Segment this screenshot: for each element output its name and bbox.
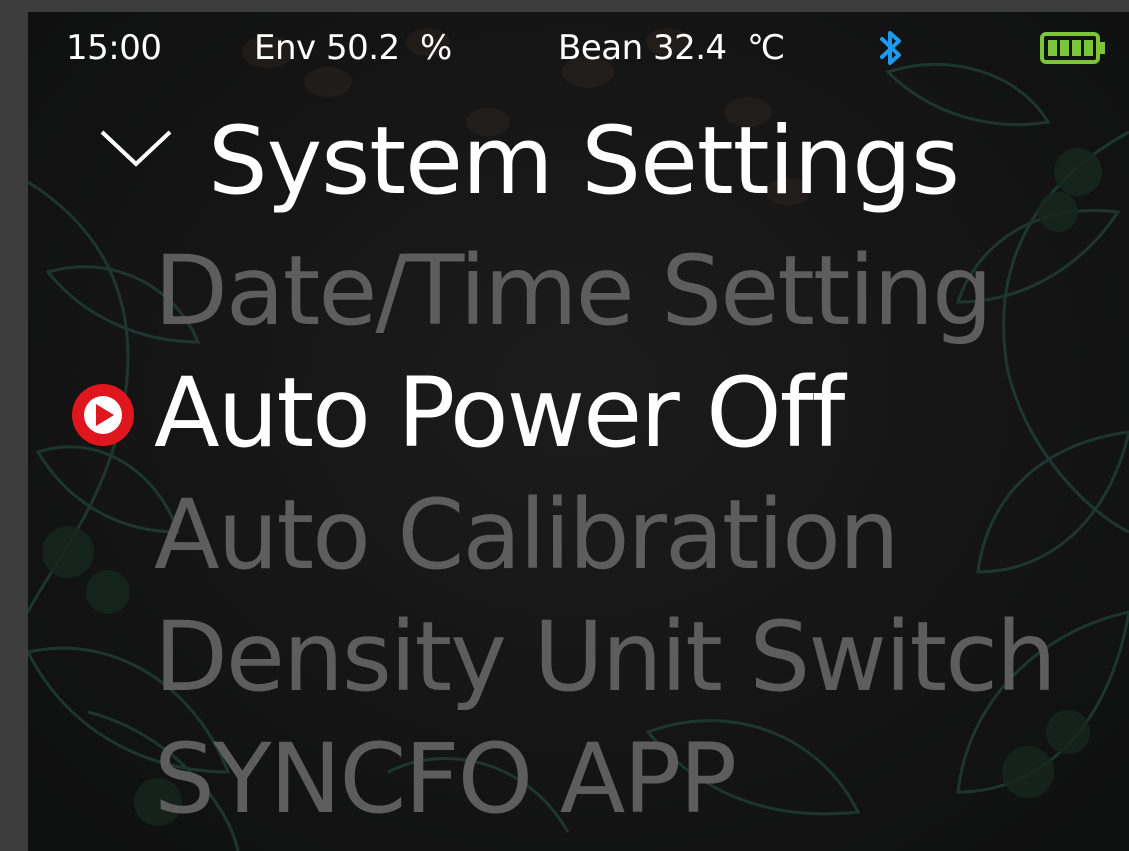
menu-item-auto-calibration[interactable]: Auto Calibration xyxy=(28,474,1129,596)
bean-temperature-readout: Bean 32.4 ℃ xyxy=(558,28,785,68)
menu-item-auto-power-off[interactable]: Auto Power Off xyxy=(28,352,1129,474)
menu-item-label: Date/Time Setting xyxy=(154,235,993,347)
menu-item-label: Density Unit Switch xyxy=(154,601,1057,713)
clock-time: 15:00 xyxy=(66,28,162,68)
bean-label: Bean xyxy=(558,28,643,68)
bean-unit: ℃ xyxy=(746,28,785,68)
env-humidity-readout: Env 50.2 % xyxy=(254,28,452,68)
env-value: 50.2 xyxy=(325,28,400,68)
menu-item-label: Auto Calibration xyxy=(154,479,900,591)
env-unit: % xyxy=(419,28,452,68)
battery-full-icon xyxy=(1040,32,1105,64)
chevron-down-icon[interactable] xyxy=(98,124,174,170)
bean-value: 32.4 xyxy=(652,28,727,68)
menu-item-label: Auto Power Off xyxy=(154,357,845,469)
settings-menu: Date/Time Setting Auto Power Off Auto Ca… xyxy=(28,230,1129,840)
status-bar: 15:00 Env 50.2 % Bean 32.4 ℃ xyxy=(28,12,1129,84)
play-circle-icon xyxy=(72,384,134,446)
device-screen: 15:00 Env 50.2 % Bean 32.4 ℃ System Sett xyxy=(28,12,1129,851)
page-title: System Settings xyxy=(208,107,960,216)
menu-item-density-unit-switch[interactable]: Density Unit Switch xyxy=(28,596,1129,718)
menu-item-date-time-setting[interactable]: Date/Time Setting xyxy=(28,230,1129,352)
env-label: Env xyxy=(254,28,316,68)
settings-header: System Settings xyxy=(28,102,1129,222)
bluetooth-icon xyxy=(880,31,901,65)
menu-item-syncfo-app[interactable]: SYNCFO APP xyxy=(28,718,1129,840)
menu-item-label: SYNCFO APP xyxy=(154,723,737,835)
